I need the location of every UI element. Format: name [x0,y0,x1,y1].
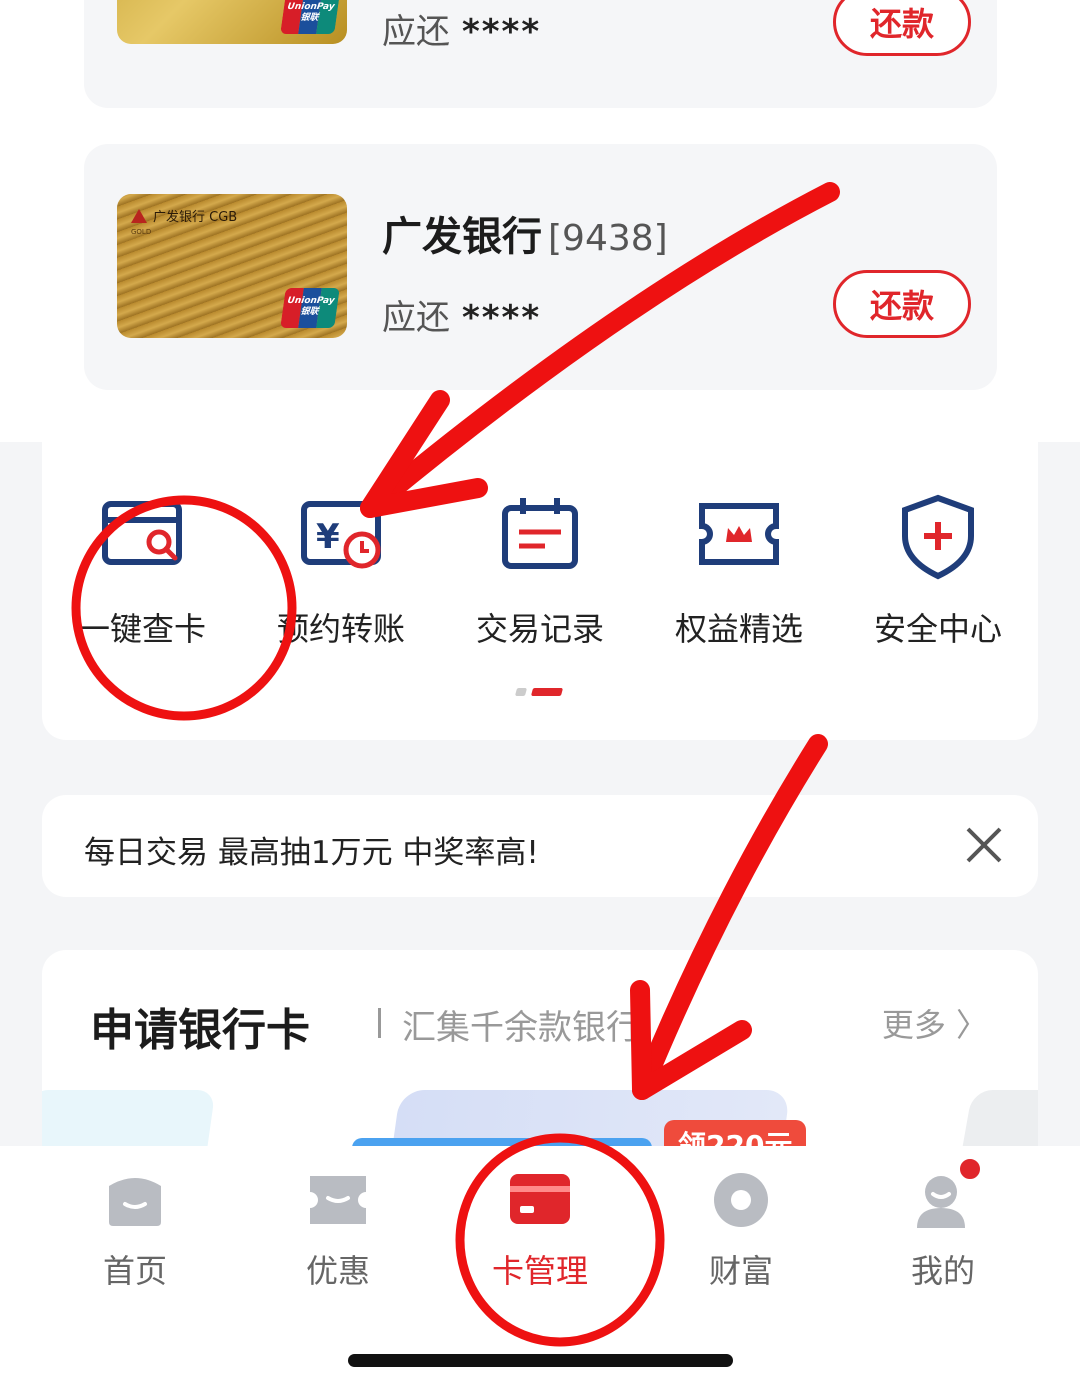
unionpay-logo: UnionPay 银联 [280,0,340,34]
unionpay-label: UnionPay 银联 [286,2,336,23]
card-icon [508,1172,572,1228]
repay-button[interactable]: 还款 [833,0,971,56]
quick-action-label: 交易记录 [475,610,604,648]
tab-label: 财富 [708,1252,773,1290]
tab-label: 首页 [102,1252,167,1290]
unionpay-logo: UnionPay 银联 [280,288,340,328]
svg-text:¥: ¥ [316,517,340,557]
home-icon [103,1172,167,1228]
card-image-gold: UnionPay 银联 [117,0,347,44]
page-dot [514,688,528,696]
card-number: [9438] [548,218,668,259]
tab-wealth[interactable]: 财富 [661,1172,821,1292]
more-link[interactable]: 更多 〉 [882,1000,988,1046]
ticket-icon [306,1172,370,1228]
due-amount-line: 应还 **** [382,290,541,339]
bank-name: 广发银行 [9438] [382,204,668,262]
card-item-cgb[interactable]: 广发银行 CGB GOLD UnionPay 银联 广发银行 [9438] 应还 *… [84,144,997,390]
coin-icon [709,1172,773,1228]
card-item-top[interactable]: UnionPay 银联 应还 **** 还款 [84,0,997,108]
tab-label: 优惠 [305,1252,370,1290]
tab-mine[interactable]: 我的 [863,1156,1023,1292]
close-icon[interactable] [964,825,1004,865]
due-amount-line: 应还 **** [382,4,541,53]
bank-name-text: 广发银行 [382,214,542,260]
shield-plus-icon [893,492,983,582]
tab-label: 卡管理 [491,1252,588,1290]
card-image-cgb: 广发银行 CGB GOLD UnionPay 银联 [117,194,347,338]
tab-offers[interactable]: 优惠 [258,1172,418,1292]
notification-dot [957,1156,983,1182]
quick-action-label: 预约转账 [276,610,405,648]
card-tier: GOLD [131,228,152,236]
promo-text: 每日交易 最高抽1万元 中奖率高! [84,835,539,871]
card-list-section: UnionPay 银联 应还 **** 还款 广发银行 CGB GOLD Unio… [0,0,1080,442]
tab-home[interactable]: 首页 [55,1172,215,1292]
quick-action-card-search[interactable]: 一键查卡 [42,492,242,650]
card-search-icon [97,492,187,582]
section-title: 申请银行卡 [90,1005,310,1056]
divider [378,1008,381,1038]
page-dot-active [530,688,564,696]
due-amount: **** [462,298,542,338]
quick-action-label: 权益精选 [674,610,803,648]
due-label: 应还 [382,298,450,338]
user-icon [911,1156,983,1228]
cgb-logo-text: 广发银行 CGB [153,210,238,225]
calendar-record-icon [495,492,585,582]
section-subtitle: 汇集千余款银行 [402,1008,640,1048]
quick-action-label: 一键查卡 [77,610,206,648]
home-indicator[interactable] [348,1354,733,1367]
due-amount: **** [462,12,542,52]
promo-banner[interactable]: 每日交易 最高抽1万元 中奖率高! [42,795,1038,897]
quick-actions-panel: 一键查卡 ¥ 预约转账 交易记录 权益精选 安全中心 [42,442,1038,740]
repay-button[interactable]: 还款 [833,270,971,338]
due-label: 应还 [382,12,450,52]
scheduled-transfer-icon: ¥ [296,492,386,582]
unionpay-label: UnionPay 银联 [286,296,336,317]
quick-action-label: 安全中心 [873,610,1002,648]
quick-action-scheduled-transfer[interactable]: ¥ 预约转账 [241,492,441,650]
page-indicator [514,688,564,696]
cgb-logo: 广发银行 CGB [131,206,237,225]
quick-action-benefits[interactable]: 权益精选 [639,492,839,650]
tab-label: 我的 [910,1252,975,1290]
cgb-logo-icon [131,208,147,223]
quick-action-security[interactable]: 安全中心 [838,492,1038,650]
crown-ticket-icon [694,492,784,582]
tab-card-management[interactable]: 卡管理 [460,1172,620,1292]
quick-action-transaction-record[interactable]: 交易记录 [440,492,640,650]
